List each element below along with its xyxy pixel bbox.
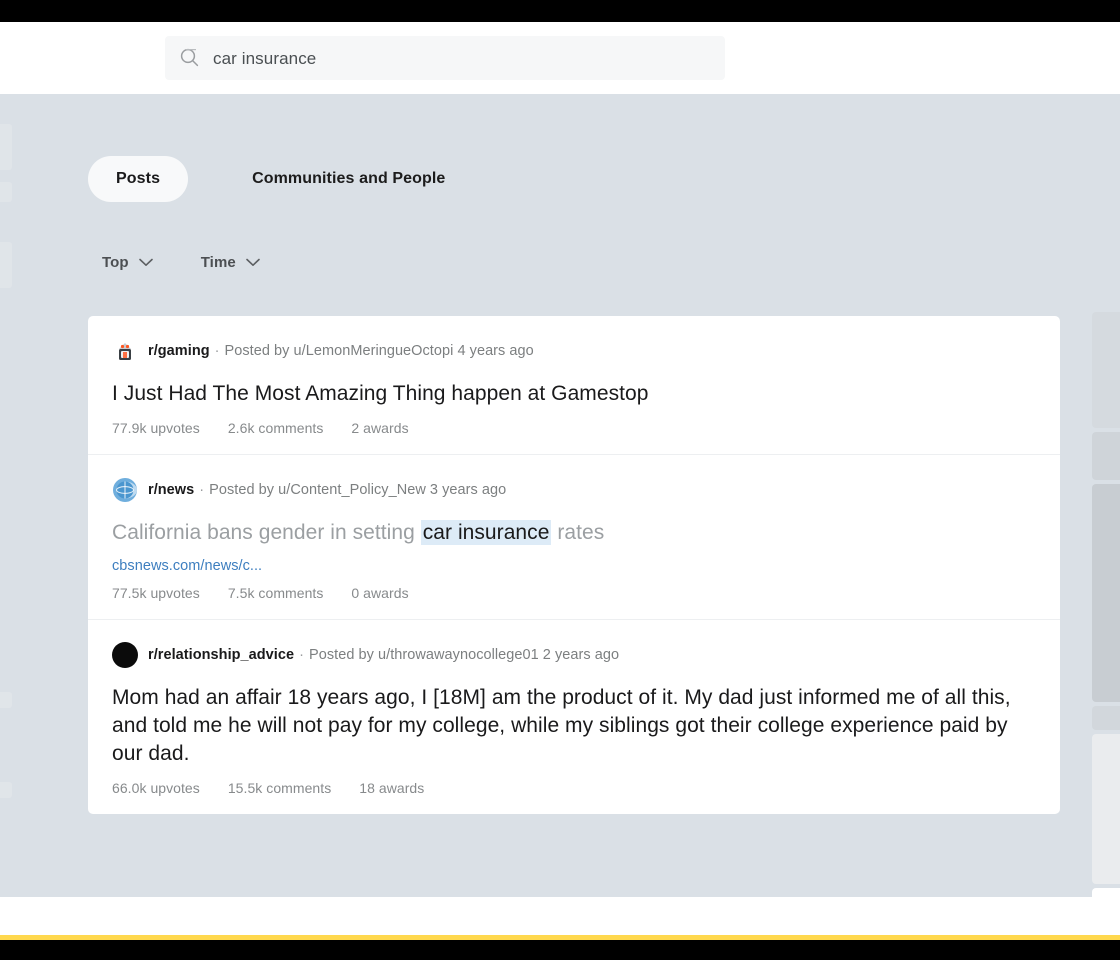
sidebar-fragment[interactable]: [0, 124, 12, 170]
sort-dropdown-time[interactable]: Time: [201, 254, 260, 271]
left-sidebar-clipped: [0, 94, 26, 935]
site-header: car insurance: [0, 22, 1120, 94]
post-awards: 2 awards: [351, 419, 409, 436]
search-results-card: r/gaming · Posted by u/LemonMeringueOctopi…: [88, 316, 1060, 814]
post-author-time: Posted by u/LemonMeringueOctopi 4 years …: [224, 343, 534, 359]
post-title[interactable]: Mom had an affair 18 years ago, I [18M] …: [112, 684, 1036, 767]
meta-separator: ·: [199, 481, 205, 498]
post-upvotes: 77.9k upvotes: [112, 419, 200, 436]
bottom-white-strip: [0, 897, 1120, 937]
black-circle-avatar-icon: [112, 642, 138, 669]
post-upvotes: 77.5k upvotes: [112, 585, 200, 602]
post-result-item[interactable]: r/news · Posted by u/Content_Policy_New 3 …: [88, 455, 1060, 621]
chevron-down-icon: [246, 258, 260, 267]
post-awards: 18 awards: [359, 779, 425, 796]
post-comments: 15.5k comments: [227, 779, 332, 796]
sort-controls: Top Time: [102, 254, 308, 271]
post-meta: r/relationship_advice · Posted by u/throwa…: [112, 642, 1036, 669]
post-meta-text: r/relationship_advice · Posted by u/throwa…: [148, 647, 619, 663]
post-author-time: Posted by u/Content_Policy_New 3 years a…: [209, 481, 507, 498]
search-term-highlight: car insurance: [420, 519, 552, 545]
result-tabs: Posts Communities and People: [88, 156, 473, 202]
post-stats: 66.0k upvotes 15.5k comments 18 awards: [112, 780, 1036, 796]
search-bar[interactable]: car insurance: [165, 36, 725, 80]
post-comments: 7.5k comments: [227, 585, 324, 602]
sidebar-fragment[interactable]: [0, 182, 12, 202]
sidebar-fragment[interactable]: [0, 692, 12, 708]
post-meta-text: r/news · Posted by u/Content_Policy_New 3 …: [148, 482, 506, 498]
chevron-down-icon: [138, 258, 153, 267]
post-title-after: rates: [551, 520, 605, 544]
post-title[interactable]: I Just Had The Most Amazing Thing happen…: [112, 380, 1036, 408]
tab-posts[interactable]: Posts: [88, 156, 189, 202]
post-comments: 2.6k comments: [227, 419, 324, 436]
right-panel-fragment[interactable]: [1092, 484, 1120, 702]
sort-time-label: Time: [200, 254, 236, 271]
post-stats: 77.9k upvotes 2.6k comments 2 awards: [112, 420, 1036, 436]
screen: car insurance Posts Communities and Peop…: [0, 0, 1120, 960]
news-globe-avatar-icon: [112, 477, 138, 503]
post-awards: 0 awards: [351, 585, 409, 602]
page-body: Posts Communities and People Top Time r/…: [0, 94, 1120, 935]
post-result-item[interactable]: r/gaming · Posted by u/LemonMeringueOctopi…: [88, 316, 1060, 455]
subreddit-link[interactable]: r/relationship_advice: [148, 647, 294, 663]
meta-separator: ·: [299, 647, 304, 664]
post-stats: 77.5k upvotes 7.5k comments 0 awards: [112, 585, 1036, 601]
sidebar-fragment[interactable]: [0, 242, 12, 288]
sidebar-fragment[interactable]: [0, 782, 12, 798]
right-panel-fragment[interactable]: [1092, 706, 1120, 730]
gaming-snoo-avatar-icon: [112, 338, 138, 364]
search-input-value[interactable]: car insurance: [213, 50, 316, 67]
top-chrome-bar: [0, 0, 1120, 22]
right-panel-fragment[interactable]: [1092, 432, 1120, 480]
post-source-url[interactable]: cbsnews.com/news/c...: [112, 558, 1036, 574]
subreddit-link[interactable]: r/gaming: [148, 343, 210, 359]
right-panel-fragment[interactable]: [1092, 734, 1120, 884]
right-panel-fragment[interactable]: [1092, 312, 1120, 428]
tab-communities-and-people[interactable]: Communities and People: [224, 156, 473, 202]
browser-viewport: car insurance Posts Communities and Peop…: [0, 22, 1120, 935]
post-author-time: Posted by u/throwawaynocollege01 2 years…: [309, 647, 620, 664]
post-meta: r/gaming · Posted by u/LemonMeringueOctopi…: [112, 338, 1036, 364]
sort-dropdown-top[interactable]: Top: [102, 254, 153, 271]
search-icon: [179, 47, 201, 69]
post-meta-text: r/gaming · Posted by u/LemonMeringueOctopi…: [148, 343, 534, 359]
post-meta: r/news · Posted by u/Content_Policy_New 3 …: [112, 477, 1036, 503]
post-title[interactable]: California bans gender in setting car in…: [112, 519, 1036, 547]
meta-separator: ·: [214, 343, 220, 359]
post-upvotes: 66.0k upvotes: [112, 779, 200, 796]
right-sidebar-clipped: [1092, 94, 1120, 935]
post-title-before: California bans gender in setting: [112, 520, 421, 544]
sort-top-label: Top: [102, 254, 129, 271]
post-result-item[interactable]: r/relationship_advice · Posted by u/throwa…: [88, 620, 1060, 813]
bottom-chrome-bar: [0, 940, 1120, 960]
subreddit-link[interactable]: r/news: [148, 482, 194, 498]
